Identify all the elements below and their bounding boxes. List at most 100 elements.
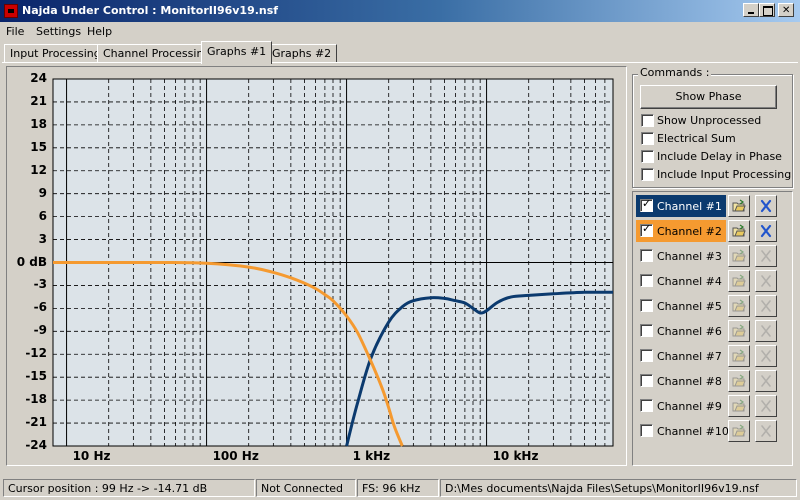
- close-x-icon: [759, 424, 773, 438]
- channel-5-checkbox[interactable]: [640, 299, 653, 312]
- y-tick-label: 12: [30, 162, 47, 177]
- channel-10-row[interactable]: Channel #10: [636, 420, 729, 442]
- channel-5-label: Channel #5: [657, 300, 722, 313]
- x-tick-label: 10 Hz: [72, 449, 111, 463]
- window-title: Najda Under Control : MonitorII96v19.nsf: [22, 4, 279, 17]
- close-x-icon: [759, 374, 773, 388]
- open-folder-icon: [732, 349, 746, 363]
- channel-6-checkbox[interactable]: [640, 324, 653, 337]
- channel-3-label: Channel #3: [657, 250, 722, 263]
- status-cursor: Cursor position : 99 Hz -> -14.71 dB: [3, 479, 255, 497]
- channel-5-load-button[interactable]: [728, 295, 750, 317]
- channel-4-row[interactable]: Channel #4: [636, 270, 726, 292]
- channel-7-row[interactable]: Channel #7: [636, 345, 726, 367]
- channel-2-checkbox[interactable]: [640, 222, 653, 237]
- electrical-sum-label: Electrical Sum: [657, 132, 736, 145]
- y-tick-label: -18: [25, 392, 47, 407]
- tab-channel-processing[interactable]: Channel Processing: [97, 44, 217, 63]
- electrical-sum-checkbox[interactable]: [641, 132, 654, 145]
- open-folder-icon: [732, 224, 746, 238]
- channel-6-clear-button[interactable]: [755, 320, 777, 342]
- tab-input-processing[interactable]: Input Processing: [4, 44, 107, 63]
- channel-8-load-button[interactable]: [728, 370, 750, 392]
- plot-area[interactable]: [53, 79, 613, 446]
- tab-graphs-1[interactable]: Graphs #1: [201, 41, 273, 64]
- close-x-icon: [759, 299, 773, 313]
- channel-7-checkbox[interactable]: [640, 349, 653, 362]
- y-tick-label: -15: [25, 369, 47, 384]
- channel-10-label: Channel #10: [657, 425, 729, 438]
- open-folder-icon: [732, 199, 746, 213]
- channel-2-clear-button[interactable]: [755, 220, 777, 242]
- channel-6-load-button[interactable]: [728, 320, 750, 342]
- close-x-icon: [759, 324, 773, 338]
- channel-3-checkbox[interactable]: [640, 249, 653, 262]
- channel-8-clear-button[interactable]: [755, 370, 777, 392]
- y-tick-label: 24: [30, 71, 47, 85]
- open-folder-icon: [732, 249, 746, 263]
- channel-1-checkbox[interactable]: [640, 197, 653, 212]
- y-tick-label: 18: [30, 116, 47, 131]
- y-tick-label: 15: [30, 139, 47, 154]
- open-folder-icon: [732, 399, 746, 413]
- include-delay-checkbox[interactable]: [641, 150, 654, 163]
- show-phase-button[interactable]: Show Phase: [640, 85, 777, 109]
- channel-3-row[interactable]: Channel #3: [636, 245, 726, 267]
- y-tick-label: 3: [38, 231, 47, 246]
- menu-file[interactable]: File: [6, 25, 24, 38]
- channel-4-checkbox[interactable]: [640, 274, 653, 287]
- close-x-icon: [759, 274, 773, 288]
- menu-help[interactable]: Help: [87, 25, 112, 38]
- minimize-button[interactable]: [743, 3, 759, 17]
- maximize-button[interactable]: [759, 3, 775, 17]
- channel-2-row[interactable]: Channel #2: [636, 220, 726, 242]
- y-tick-label: -6: [33, 300, 47, 315]
- channel-7-clear-button[interactable]: [755, 345, 777, 367]
- include-input-processing-label: Include Input Processing: [657, 168, 792, 181]
- open-folder-icon: [732, 299, 746, 313]
- include-delay-label: Include Delay in Phase: [657, 150, 782, 163]
- channel-4-load-button[interactable]: [728, 270, 750, 292]
- open-folder-icon: [732, 424, 746, 438]
- channel-8-checkbox[interactable]: [640, 374, 653, 387]
- channel-3-load-button[interactable]: [728, 245, 750, 267]
- tab-graphs-2[interactable]: Graphs #2: [266, 44, 338, 63]
- channel-1-clear-button[interactable]: [755, 195, 777, 217]
- open-folder-icon: [732, 274, 746, 288]
- channel-8-row[interactable]: Channel #8: [636, 370, 726, 392]
- channel-10-checkbox[interactable]: [640, 424, 653, 437]
- close-x-icon: [759, 249, 773, 263]
- channel-7-load-button[interactable]: [728, 345, 750, 367]
- channel-4-label: Channel #4: [657, 275, 722, 288]
- open-folder-icon: [732, 374, 746, 388]
- channel-9-row[interactable]: Channel #9: [636, 395, 726, 417]
- y-tick-label: 0 dB: [16, 254, 47, 269]
- x-tick-label: 100 Hz: [212, 449, 259, 463]
- y-tick-label: 9: [38, 185, 47, 200]
- channel-2-load-button[interactable]: [728, 220, 750, 242]
- channel-9-checkbox[interactable]: [640, 399, 653, 412]
- channel-4-clear-button[interactable]: [755, 270, 777, 292]
- channel-5-clear-button[interactable]: [755, 295, 777, 317]
- channel-9-load-button[interactable]: [728, 395, 750, 417]
- channel-2-label: Channel #2: [657, 225, 722, 238]
- app-icon[interactable]: [4, 4, 18, 18]
- channel-9-label: Channel #9: [657, 400, 722, 413]
- channel-10-clear-button[interactable]: [755, 420, 777, 442]
- channel-10-load-button[interactable]: [728, 420, 750, 442]
- status-file-path: D:\Mes documents\Najda Files\Setups\Moni…: [440, 479, 797, 497]
- include-input-processing-checkbox[interactable]: [641, 168, 654, 181]
- channel-8-label: Channel #8: [657, 375, 722, 388]
- status-sample-rate: FS: 96 kHz: [357, 479, 439, 497]
- channel-9-clear-button[interactable]: [755, 395, 777, 417]
- close-button[interactable]: [778, 3, 794, 17]
- y-tick-label: -3: [33, 277, 47, 292]
- channel-5-row[interactable]: Channel #5: [636, 295, 726, 317]
- channel-1-row[interactable]: Channel #1: [636, 195, 726, 217]
- channel-6-row[interactable]: Channel #6: [636, 320, 726, 342]
- channel-1-load-button[interactable]: [728, 195, 750, 217]
- menu-settings[interactable]: Settings: [36, 25, 81, 38]
- show-unprocessed-checkbox[interactable]: [641, 114, 654, 127]
- close-x-icon: [759, 199, 773, 213]
- channel-3-clear-button[interactable]: [755, 245, 777, 267]
